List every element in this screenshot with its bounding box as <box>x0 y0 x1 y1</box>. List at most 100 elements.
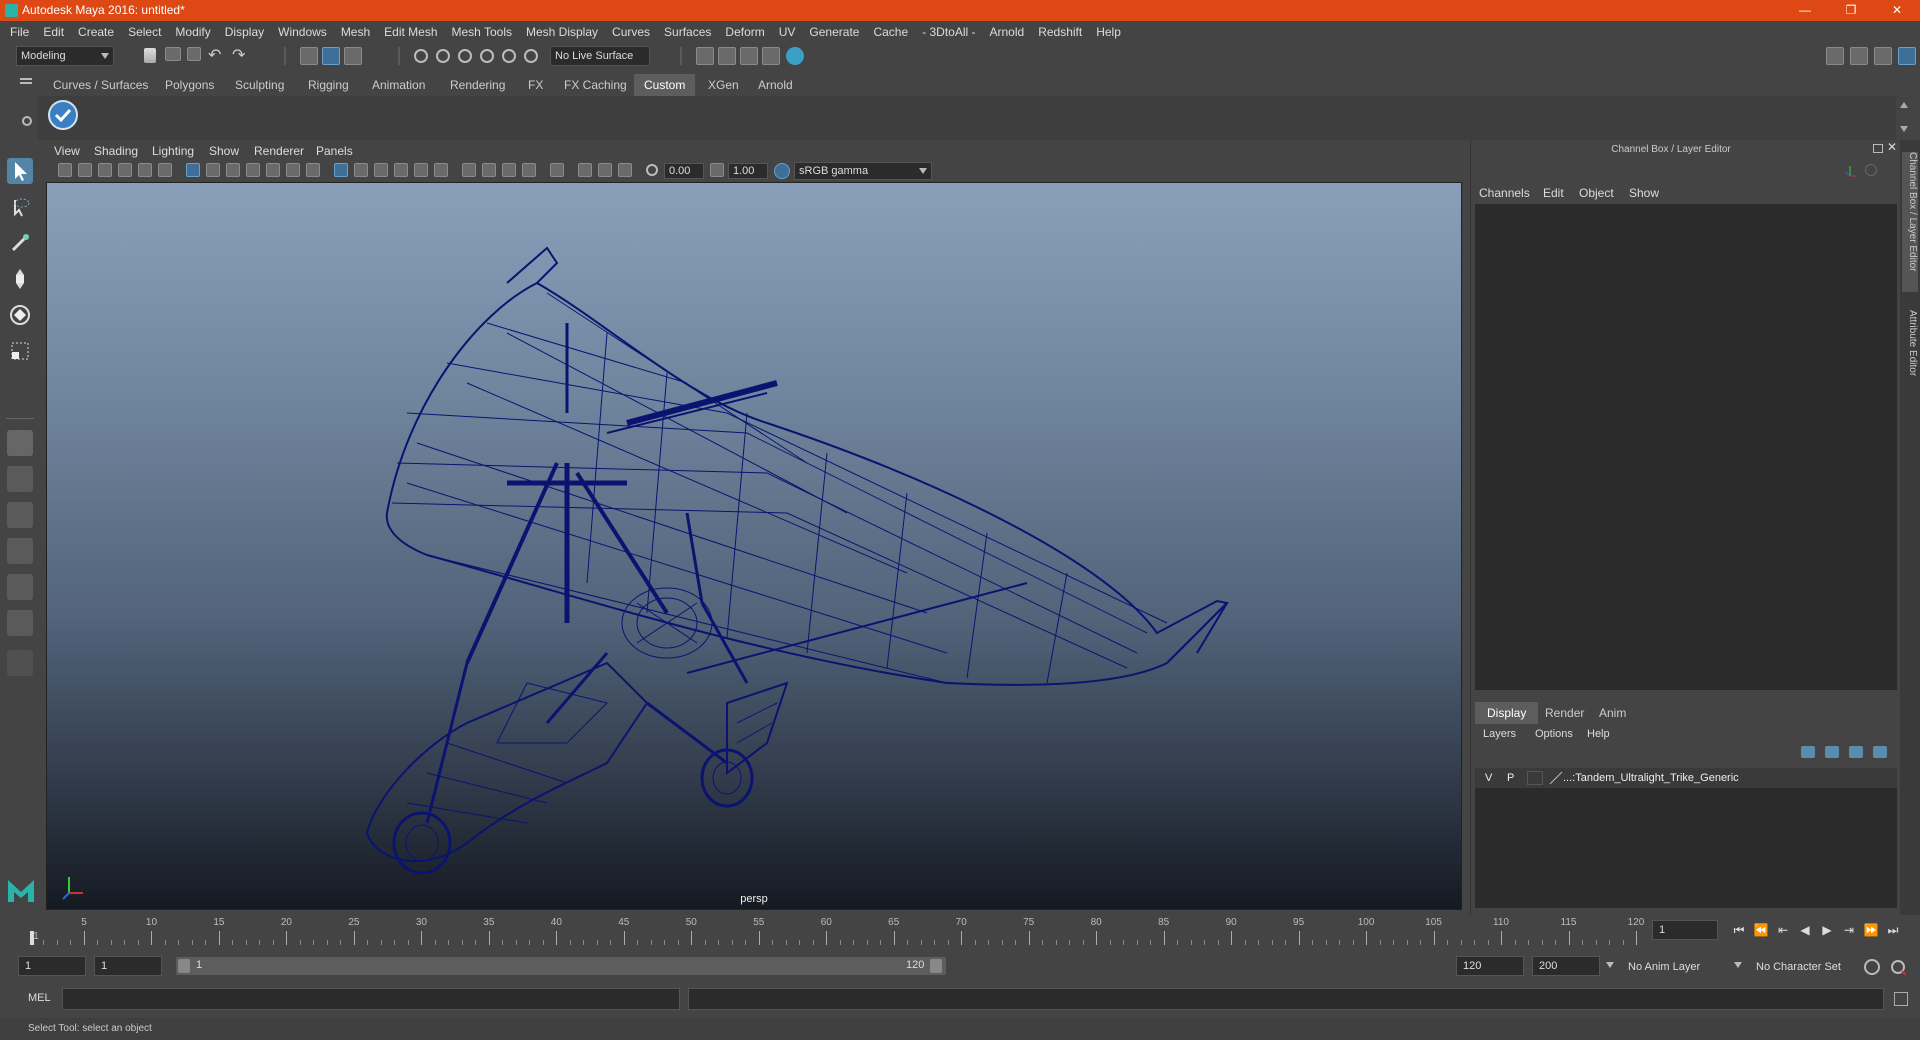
minimize-button[interactable]: — <box>1782 0 1828 21</box>
motion-blur-icon[interactable] <box>482 163 496 177</box>
select-by-object-icon[interactable] <box>322 47 340 65</box>
render-frame-icon[interactable] <box>718 47 736 65</box>
playback-start-field[interactable]: 1 <box>94 956 162 976</box>
image-plane-icon[interactable] <box>118 163 132 177</box>
panel-menu-renderer[interactable]: Renderer <box>254 142 304 160</box>
attribute-editor-icon[interactable] <box>1850 47 1868 65</box>
close-button[interactable]: ✕ <box>1874 0 1920 21</box>
trike-wireframe-model[interactable] <box>47 183 1462 910</box>
panel-menu-view[interactable]: View <box>54 142 80 160</box>
menu-display[interactable]: Display <box>218 21 271 43</box>
menu-create[interactable]: Create <box>71 21 121 43</box>
undo-icon[interactable]: ↶ <box>208 45 221 65</box>
shelf-scroll-down-icon[interactable] <box>1900 126 1908 132</box>
layout-more-icon[interactable] <box>7 650 33 676</box>
character-set-dropdown[interactable]: No Character Set <box>1750 957 1860 977</box>
persp-graph-layout-icon[interactable] <box>7 538 33 564</box>
shelf-settings-icon[interactable] <box>22 116 32 126</box>
live-surface-field[interactable]: No Live Surface <box>550 46 650 66</box>
smooth-shade-icon[interactable] <box>354 163 368 177</box>
layer-visibility-toggle[interactable]: V <box>1485 768 1492 788</box>
shelf-tab-xgen[interactable]: XGen <box>698 74 749 96</box>
command-input[interactable] <box>62 988 680 1010</box>
playback-end-field[interactable]: 120 <box>1456 956 1524 976</box>
side-tab-attribute-editor[interactable]: Attribute Editor <box>1902 310 1918 390</box>
ipr-render-icon[interactable] <box>740 47 758 65</box>
cb-menu-channels[interactable]: Channels <box>1479 186 1530 200</box>
shelf-tab-rigging[interactable]: Rigging <box>298 74 359 96</box>
menu-curves[interactable]: Curves <box>605 21 657 43</box>
layer-menu-options[interactable]: Options <box>1535 728 1573 740</box>
menu-select[interactable]: Select <box>121 21 168 43</box>
redo-icon[interactable]: ↷ <box>232 45 245 65</box>
menu-mesh-tools[interactable]: Mesh Tools <box>445 21 519 43</box>
screen-space-ao-icon[interactable] <box>462 163 476 177</box>
menu-uv[interactable]: UV <box>772 21 803 43</box>
modeling-toolkit-icon[interactable] <box>1826 47 1844 65</box>
range-start-handle[interactable] <box>178 959 190 973</box>
layer-tab-display[interactable]: Display <box>1475 702 1539 724</box>
menu-modify[interactable]: Modify <box>168 21 217 43</box>
render-settings-icon[interactable] <box>762 47 780 65</box>
menu-set-dropdown[interactable]: Modeling <box>16 46 114 66</box>
side-tab-channel-box[interactable]: Channel Box / Layer Editor <box>1902 152 1918 292</box>
gamma-icon[interactable] <box>710 163 724 177</box>
film-gate-icon[interactable] <box>206 163 220 177</box>
chevron-down-icon[interactable] <box>1734 962 1742 968</box>
layer-color-swatch-icon[interactable] <box>1549 771 1563 785</box>
channel-list[interactable] <box>1475 204 1897 690</box>
layer-tab-anim[interactable]: Anim <box>1587 702 1638 724</box>
shelf-tab-animation[interactable]: Animation <box>362 74 435 96</box>
snap-grid-icon[interactable] <box>414 49 428 63</box>
shelf-tab-arnold[interactable]: Arnold <box>748 74 803 96</box>
isolate-select-icon[interactable] <box>550 163 564 177</box>
menu-edit-mesh[interactable]: Edit Mesh <box>377 21 444 43</box>
range-bar[interactable]: 1 120 <box>176 957 946 975</box>
range-end-handle[interactable] <box>930 959 942 973</box>
shadows-icon[interactable] <box>434 163 448 177</box>
maximize-button[interactable]: ❐ <box>1828 0 1874 21</box>
four-view-layout-icon[interactable] <box>7 466 33 492</box>
go-to-start-icon[interactable]: ⏮ <box>1730 922 1748 938</box>
panel-menu-panels[interactable]: Panels <box>316 142 353 160</box>
shelf-tab-sculpting[interactable]: Sculpting <box>225 74 294 96</box>
menu-arnold[interactable]: Arnold <box>983 21 1032 43</box>
select-tool-icon[interactable] <box>7 158 33 184</box>
camera-attributes-icon[interactable] <box>78 163 92 177</box>
snap-curve-icon[interactable] <box>436 49 450 63</box>
field-chart-icon[interactable] <box>266 163 280 177</box>
shelf-tab-curves-surfaces[interactable]: Curves / Surfaces <box>43 74 158 96</box>
single-perspective-layout-icon[interactable] <box>7 430 33 456</box>
cb-menu-show[interactable]: Show <box>1629 186 1659 200</box>
persp-outliner-layout-icon[interactable] <box>7 502 33 528</box>
menu-help[interactable]: Help <box>1089 21 1128 43</box>
command-language-label[interactable]: MEL <box>28 992 51 1004</box>
bookmark-icon[interactable] <box>98 163 112 177</box>
custom-layout-icon[interactable] <box>7 610 33 636</box>
close-panel-icon[interactable]: ✕ <box>1887 140 1897 154</box>
channel-box-toggle-icon[interactable] <box>1898 47 1916 65</box>
scale-tool-icon[interactable] <box>7 338 33 364</box>
lasso-tool-icon[interactable] <box>7 194 33 220</box>
axis-toggle-icon[interactable] <box>1843 164 1857 178</box>
grease-pencil-icon[interactable] <box>158 163 172 177</box>
end-time-field[interactable]: 200 <box>1532 956 1600 976</box>
custom-shelf-checkmark-icon[interactable] <box>48 100 78 130</box>
menu-generate[interactable]: Generate <box>802 21 866 43</box>
anim-layer-dropdown[interactable]: No Anim Layer <box>1622 957 1732 977</box>
select-by-hierarchy-icon[interactable] <box>300 47 318 65</box>
select-camera-icon[interactable] <box>58 163 72 177</box>
rotate-tool-icon[interactable] <box>7 302 33 328</box>
xray-joints-icon[interactable] <box>618 163 632 177</box>
step-forward-key-icon[interactable]: ⇥ <box>1840 922 1858 938</box>
menu-cache[interactable]: Cache <box>866 21 915 43</box>
layer-row[interactable]: V P ...:Tandem_Ultralight_Trike_Generic <box>1475 768 1897 788</box>
new-layer-selected-icon[interactable] <box>1873 746 1887 758</box>
multisample-aa-icon[interactable] <box>502 163 516 177</box>
step-back-key-icon[interactable]: ⇤ <box>1774 922 1792 938</box>
xray-active-icon[interactable] <box>598 163 612 177</box>
snap-live-icon[interactable] <box>502 49 516 63</box>
menu-edit[interactable]: Edit <box>36 21 71 43</box>
render-view-icon[interactable] <box>696 47 714 65</box>
go-to-end-icon[interactable]: ⏭ <box>1884 922 1902 938</box>
